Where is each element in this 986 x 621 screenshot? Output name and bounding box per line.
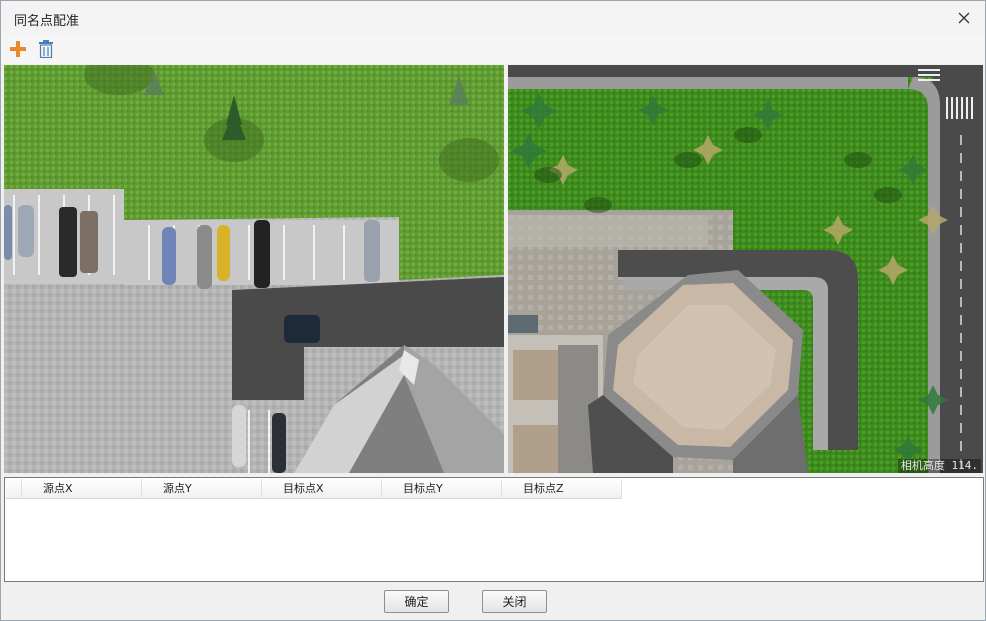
close-icon [958, 12, 970, 24]
table-header: 源点X 源点Y 目标点X 目标点Y 目标点Z [6, 479, 622, 499]
toolbar [1, 34, 985, 64]
add-point-button[interactable] [7, 38, 29, 60]
plus-icon [10, 41, 26, 57]
column-header[interactable]: 目标点X [262, 479, 382, 498]
close-dialog-button[interactable]: 关闭 [482, 590, 547, 613]
column-header[interactable]: 源点Y [142, 479, 262, 498]
trash-icon [39, 40, 53, 58]
window-title: 同名点配准 [14, 14, 80, 29]
registration-dialog: 同名点配准 相机高度 114. 源点X 源点Y 目标点X 目标点Y 目标点Z 确… [0, 0, 986, 621]
title-bar: 同名点配准 [1, 1, 985, 34]
column-header[interactable]: 目标点Y [382, 479, 502, 498]
delete-point-button[interactable] [35, 38, 57, 60]
camera-height-label: 相机高度 114. [897, 459, 981, 473]
close-button[interactable] [953, 7, 975, 29]
point-pairs-table[interactable]: 源点X 源点Y 目标点X 目标点Y 目标点Z [4, 477, 984, 582]
header-row-selector [6, 479, 22, 498]
target-3d-view[interactable]: 相机高度 114. [508, 65, 983, 473]
column-header[interactable]: 源点X [22, 479, 142, 498]
ok-button[interactable]: 确定 [384, 590, 449, 613]
column-header[interactable]: 目标点Z [502, 479, 622, 498]
source-3d-view[interactable] [4, 65, 504, 473]
